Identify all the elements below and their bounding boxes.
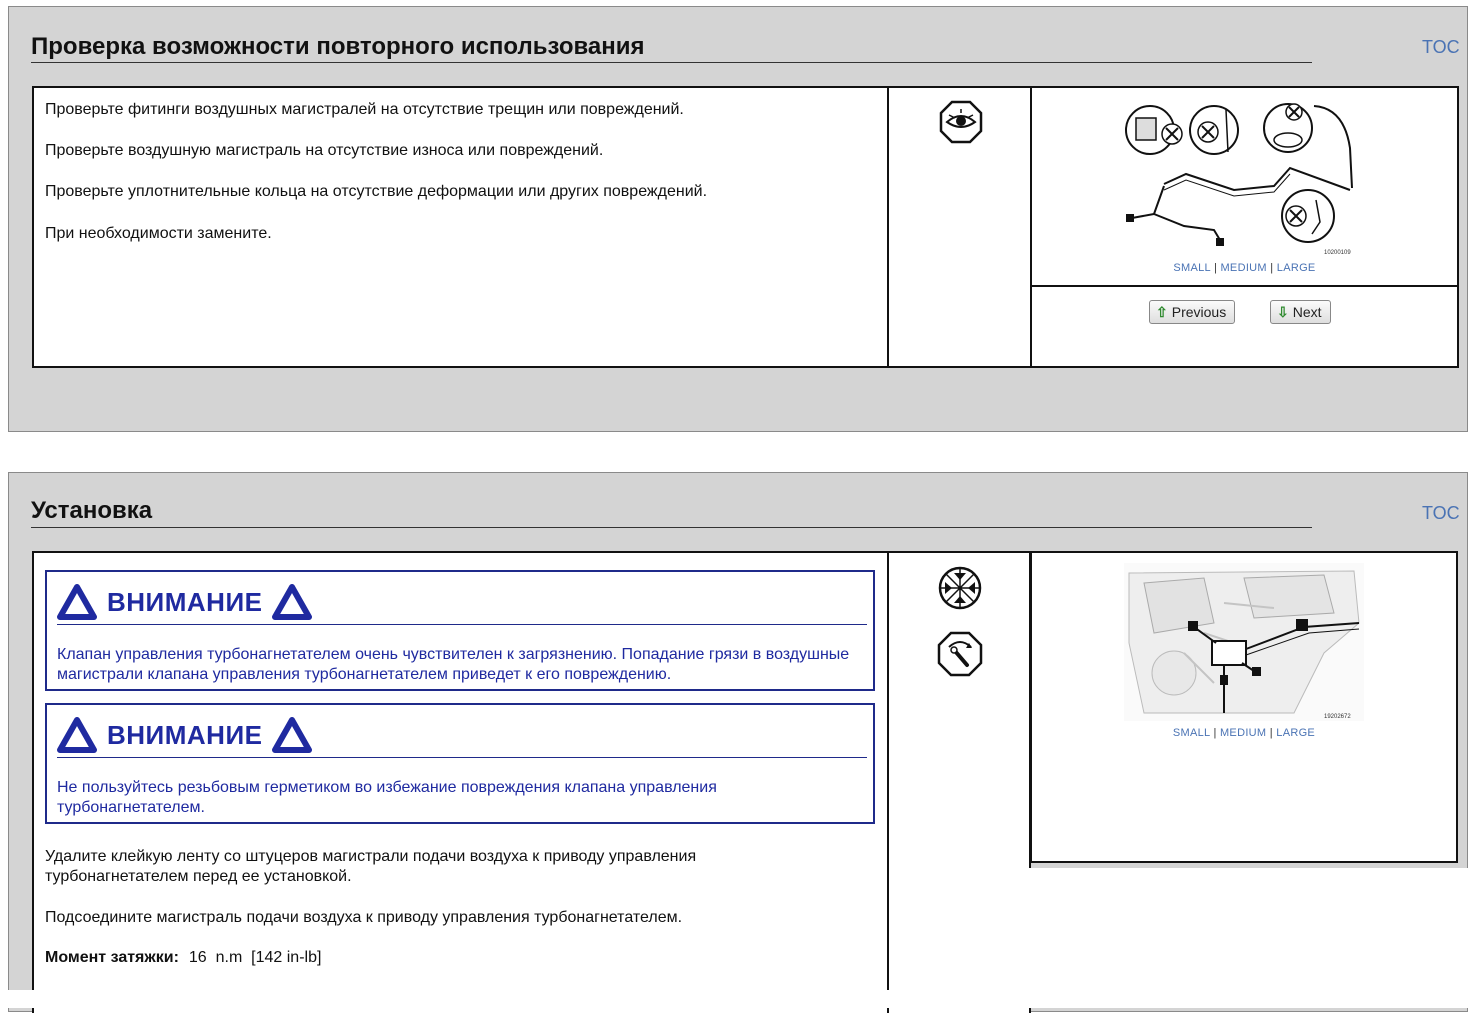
procedure-table: Проверьте фитинги воздушных магистралей … [32,86,1459,368]
instructions-cell: Проверьте фитинги воздушных магистралей … [34,88,889,366]
image-number: 19202672 [1324,714,1351,720]
caution-box: ВНИМАНИЕ Не пользуйтесь резьбовым гермет… [45,703,875,824]
illustration-cell: 19202672 SMALL | MEDIUM | LARGE [1030,551,1458,863]
cell-rule [1032,861,1456,863]
reuse-check-section: Проверка возможности повторного использо… [8,6,1468,432]
page-background [978,868,1468,1008]
separator: | [1213,262,1218,274]
torque-spec: Момент затяжки: 16 n.m [142 in-lb] [45,949,321,967]
procedure-table: ВНИМАНИЕ Клапан управления турбонагнетат… [32,551,1031,1013]
instruction-paragraph: Проверьте воздушную магистраль на отсутс… [45,142,604,159]
caution-rule [57,624,867,625]
torque-value: 16 n.m [142 in-lb] [188,949,322,966]
symbol-cell [889,88,1032,366]
image-number: 10200109 [1324,250,1351,256]
eye-inspect-icon [939,100,983,144]
size-medium-link[interactable]: MEDIUM [1220,727,1266,739]
instruction-paragraph: При необходимости замените. [45,225,272,242]
caution-text: Не пользуйтесь резьбовым герметиком во и… [57,779,717,816]
warning-triangle-icon [57,717,97,753]
size-links: SMALL | MEDIUM | LARGE [1032,262,1457,274]
title-rule [31,527,1312,528]
size-links: SMALL | MEDIUM | LARGE [1032,727,1456,739]
previous-label: Previous [1171,304,1227,320]
caution-word: ВНИМАНИЕ [107,719,263,750]
instruction-paragraph: Проверьте фитинги воздушных магистралей … [45,101,684,118]
caution-heading: ВНИМАНИЕ [57,717,313,753]
torque-wrench-icon [937,631,983,677]
caution-rule [57,757,867,758]
instruction-paragraph: Подсоедините магистраль подачи воздуха к… [45,909,683,926]
warning-triangle-icon [272,584,313,620]
torque-label: Момент затяжки: [45,949,179,966]
separator: | [1269,727,1273,739]
size-medium-link[interactable]: MEDIUM [1220,262,1266,274]
caution-heading: ВНИМАНИЕ [57,584,313,620]
toc-link[interactable]: TOC [1422,37,1460,58]
next-label: Next [1292,304,1322,320]
caution-box: ВНИМАНИЕ Клапан управления турбонагнетат… [45,570,875,691]
caution-word: ВНИМАНИЕ [107,586,263,617]
page-background [0,990,1468,1008]
size-small-link[interactable]: SMALL [1173,262,1210,274]
arrow-down-icon: ⇩ [1277,303,1289,320]
instruction-paragraph: Проверьте уплотнительные кольца на отсут… [45,183,708,200]
instructions-cell: ВНИМАНИЕ Клапан управления турбонагнетат… [34,553,889,1013]
toc-link[interactable]: TOC [1422,503,1460,524]
separator: | [1213,727,1217,739]
size-small-link[interactable]: SMALL [1173,727,1210,739]
warning-triangle-icon [57,584,97,620]
turbo-control-valve-illustration[interactable]: 19202672 [1124,563,1364,721]
section-title: Проверка возможности повторного использо… [31,33,645,60]
caution-text: Клапан управления турбонагнетателем очен… [57,646,850,683]
size-large-link[interactable]: LARGE [1276,727,1315,739]
clean-parts-icon [938,566,982,610]
next-button[interactable]: ⇩ Next [1270,300,1331,324]
previous-button[interactable]: ⇧ Previous [1149,300,1236,324]
air-line-fittings-illustration[interactable]: 10200109 [1124,98,1362,258]
arrow-up-icon: ⇧ [1156,303,1168,320]
warning-triangle-icon [272,717,313,753]
illustration-cell: 10200109 SMALL | MEDIUM | LARGE [1032,88,1457,287]
section-title: Установка [31,497,153,524]
instruction-paragraph: Удалите клейкую ленту со штуцеров магист… [45,848,697,885]
size-large-link[interactable]: LARGE [1277,262,1316,274]
separator: | [1270,262,1274,274]
title-rule [31,62,1312,63]
